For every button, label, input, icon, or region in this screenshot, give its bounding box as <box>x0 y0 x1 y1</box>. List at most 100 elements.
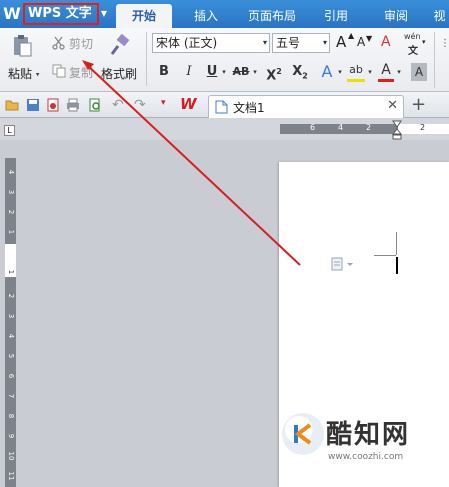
paste-dropdown-icon: ▾ <box>35 70 40 79</box>
ribbon-home: 粘贴 ▾ 剪切 复制 格式刷 宋体 (正文) ▾ 五号 ▾ A ▲ A ▼ A … <box>0 28 449 92</box>
paste-button[interactable]: 粘贴 ▾ <box>8 65 39 82</box>
margin-corner-mark <box>374 255 396 256</box>
tab-insert[interactable]: 插入 <box>180 4 232 28</box>
italic-button[interactable]: I <box>182 62 196 82</box>
font-name-value: 宋体 (正文) <box>156 36 218 50</box>
document-tab-name: 文档1 <box>233 101 265 115</box>
undo-icon[interactable]: ↶ <box>112 97 124 113</box>
watermark-url: www.coozhi.com <box>328 452 404 462</box>
scissors-icon[interactable] <box>52 36 66 50</box>
shrink-font-button[interactable]: A <box>357 35 365 49</box>
paste-label: 粘贴 <box>8 67 33 81</box>
wps-app-menu-button[interactable]: WPS 文字 <box>23 3 99 25</box>
tab-stop-selector[interactable]: L <box>4 125 15 136</box>
ruler-number: 2 <box>7 209 15 215</box>
text-cursor <box>396 257 398 274</box>
indent-marker-icon[interactable] <box>392 120 402 140</box>
underline-button[interactable]: U <box>204 62 220 82</box>
ruler-number: 7 <box>7 393 15 399</box>
ruler-number: 2 <box>420 123 426 132</box>
shrink-font-arrow-icon: ▼ <box>366 34 373 43</box>
clear-format-button[interactable]: A <box>381 34 391 50</box>
font-name-select[interactable]: 宋体 (正文) ▾ <box>152 33 270 53</box>
strikethrough-dropdown-icon[interactable]: ▾ <box>251 62 259 82</box>
watermark-k-icon <box>294 423 312 445</box>
ruler-number: 4 <box>7 333 15 339</box>
print-preview-icon[interactable] <box>88 98 102 112</box>
horizontal-ruler[interactable]: L 6 4 2 2 <box>0 118 449 140</box>
margin-corner-mark <box>396 232 397 255</box>
document-icon <box>215 100 228 114</box>
ribbon-separator <box>434 32 435 88</box>
char-shading-button[interactable]: A <box>411 63 427 81</box>
grow-font-button[interactable]: A <box>336 33 346 51</box>
strikethrough-button[interactable]: AB <box>231 62 251 82</box>
subscript-label: X <box>292 64 303 79</box>
ruler-number: 6 <box>310 123 316 132</box>
ruler-number: 2 <box>366 123 372 132</box>
wps-w-icon[interactable]: W <box>180 95 197 113</box>
ruler-number: 3 <box>7 189 15 195</box>
tab-review[interactable]: 审阅 <box>366 4 426 28</box>
ruler-number: 5 <box>7 353 15 359</box>
tab-home[interactable]: 开始 <box>116 4 172 28</box>
copy-icon[interactable] <box>52 64 66 78</box>
watermark-logo-icon <box>282 413 324 455</box>
new-tab-button[interactable]: + <box>411 95 426 115</box>
tab-references[interactable]: 引用 <box>312 4 360 28</box>
save-icon[interactable] <box>26 98 40 112</box>
open-folder-icon[interactable] <box>5 98 19 112</box>
ruler-number: 8 <box>7 413 15 419</box>
highlight-dropdown-icon[interactable]: ▾ <box>366 62 374 82</box>
ribbon-separator <box>146 32 147 86</box>
text-effect-button[interactable]: A <box>318 62 336 82</box>
ruler-number: 3 <box>7 313 15 319</box>
underline-dropdown-icon[interactable]: ▾ <box>220 62 228 82</box>
font-size-value: 五号 <box>276 36 301 50</box>
ruler-number: 6 <box>7 373 15 379</box>
ruler-number: 9 <box>7 433 15 439</box>
ruler-number: 1 <box>7 229 15 235</box>
quick-access-toolbar: ↶ ↷ ▾ W 文档1 ✕ + <box>0 92 449 118</box>
text-effect-dropdown-icon[interactable]: ▾ <box>336 62 344 82</box>
paste-icon[interactable] <box>10 34 34 58</box>
format-painter-icon[interactable] <box>108 34 132 58</box>
ruler-number: 4 <box>338 123 344 132</box>
ruler-number: 4 <box>7 169 15 175</box>
ruler-number: 1 <box>7 269 15 275</box>
tab-page-layout[interactable]: 页面布局 <box>240 4 304 28</box>
export-pdf-icon[interactable] <box>46 98 60 112</box>
font-size-dropdown-icon: ▾ <box>322 38 327 47</box>
subscript-button[interactable]: X2 <box>290 62 310 82</box>
redo-icon[interactable]: ↷ <box>134 97 146 113</box>
app-menu-dropdown-icon[interactable]: ▼ <box>99 8 109 20</box>
bold-button[interactable]: B <box>156 62 172 82</box>
pinyin-char: 文 <box>408 46 418 57</box>
customize-toolbar-icon[interactable]: ▾ <box>161 98 166 108</box>
font-size-select[interactable]: 五号 ▾ <box>272 33 330 53</box>
close-tab-icon[interactable]: ✕ <box>387 98 398 113</box>
watermark-brand: 酷知网 <box>326 420 411 450</box>
ruler-number: 2 <box>7 293 15 299</box>
font-name-dropdown-icon: ▾ <box>262 38 267 47</box>
font-color-button[interactable]: A <box>378 62 394 82</box>
highlight-button[interactable]: ab <box>347 62 365 82</box>
pinyin-dropdown-icon[interactable]: ▾ <box>422 38 426 46</box>
more-icon[interactable]: ⋮ <box>440 38 449 49</box>
format-painter-button[interactable]: 格式刷 <box>101 65 137 82</box>
title-bar: W WPS 文字 ▼ 开始 插入 页面布局 引用 审阅 视 <box>0 0 449 28</box>
superscript-button[interactable]: X2 <box>264 62 284 84</box>
pinyin-button[interactable]: wén <box>404 32 421 41</box>
paste-options-icon[interactable] <box>330 256 356 272</box>
ruler-number: 10 <box>7 451 15 461</box>
cut-button[interactable]: 剪切 <box>69 35 93 52</box>
ruler-number: 11 <box>7 471 15 481</box>
tab-view[interactable]: 视 <box>430 4 449 28</box>
grow-font-arrow-icon: ▲ <box>348 31 355 40</box>
copy-button[interactable]: 复制 <box>69 64 93 81</box>
document-tab[interactable]: 文档1 ✕ <box>208 95 404 118</box>
superscript-label: X <box>266 68 277 84</box>
print-icon[interactable] <box>66 98 80 112</box>
wps-logo-icon: W <box>3 4 21 23</box>
font-color-dropdown-icon[interactable]: ▾ <box>395 62 403 82</box>
